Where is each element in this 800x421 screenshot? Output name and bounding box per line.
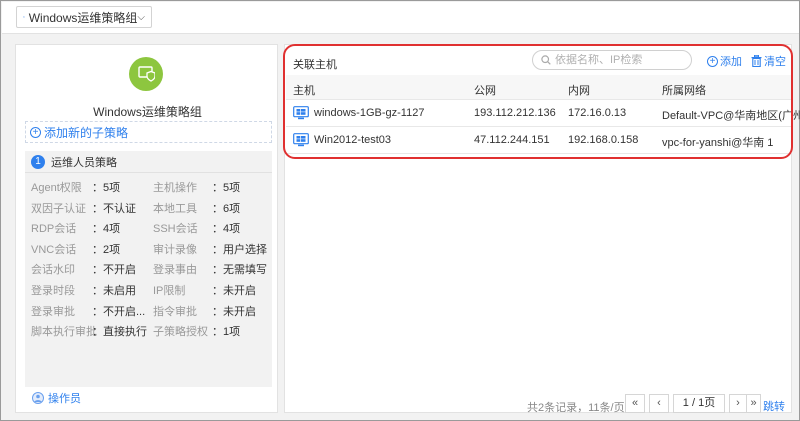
page-indicator[interactable]: 1 / 1页 — [673, 394, 725, 413]
add-sub-policy-button[interactable]: + 添加新的子策略 — [25, 121, 272, 143]
setting-value: ：6项 — [212, 202, 241, 215]
hosts-table-header: 主机 公网 内网 所属网络 — [286, 75, 792, 100]
sub-policy-title: 运维人员策略 — [51, 156, 117, 169]
pagination: 共2条记录，11条/页 « ‹ 1 / 1页 › » 跳转 — [285, 394, 793, 414]
app-window: Windows运维策略组 ⌵ Windows运维策略组 + 添加新的子策略 1 … — [0, 0, 800, 421]
sub-policy-card[interactable]: 1 运维人员策略 Agent权限 ：5项 主机操作 ：5项 双因子认证 ：不认证 本地工具：… — [25, 151, 272, 387]
sub-policy-index: 1 — [31, 154, 45, 169]
setting-label: 登录事由 — [153, 264, 197, 277]
chevron-down-icon: ⌵ — [137, 11, 145, 23]
user-group-icon — [32, 392, 44, 404]
column-header-private: 内网 — [568, 85, 590, 97]
setting-label: SSH会话 — [153, 223, 198, 236]
shield-icon — [129, 57, 163, 91]
record-count: 共2条记录，11条/页 — [527, 402, 625, 414]
group-name: Windows运维策略组 — [93, 105, 202, 119]
host-search[interactable] — [532, 50, 692, 70]
clear-hosts-label: 清空 — [764, 56, 786, 68]
setting-label: 子策略授权 — [153, 326, 208, 339]
setting-value: ：不认证 — [92, 202, 136, 215]
clear-hosts-button[interactable]: 清空 — [751, 53, 786, 69]
search-icon — [541, 55, 551, 65]
operator-label: 操作员 — [48, 393, 81, 405]
next-page-button[interactable]: › — [729, 394, 747, 413]
trash-icon — [751, 55, 762, 67]
operator-role[interactable]: 操作员 — [32, 390, 81, 406]
group-icon — [23, 16, 25, 18]
setting-value: ：4项 — [92, 223, 121, 236]
search-input[interactable] — [555, 54, 685, 66]
table-row[interactable]: windows-1GB-gz-1127 193.112.212.136 172.… — [286, 100, 800, 127]
setting-label: 指令审批 — [153, 305, 197, 318]
setting-value: ：不开启 — [92, 264, 136, 277]
public-ip: 193.112.212.136 — [474, 107, 556, 119]
network: vpc-for-yanshi@华南 1 — [662, 137, 774, 149]
add-host-button[interactable]: + 添加 — [707, 53, 742, 69]
setting-value: ：未开启 — [212, 285, 256, 297]
setting-value: ：4项 — [212, 223, 241, 236]
setting-value: ：1项 — [212, 326, 241, 339]
policy-group-select-label: Windows运维策略组 — [28, 10, 138, 25]
sub-policy-header: 1 运维人员策略 — [25, 151, 272, 173]
column-header-network: 所属网络 — [662, 85, 706, 97]
first-page-button[interactable]: « — [625, 394, 645, 413]
last-page-button[interactable]: » — [747, 394, 761, 413]
add-sub-policy-label: 添加新的子策略 — [44, 125, 129, 140]
add-host-label: 添加 — [720, 56, 742, 68]
column-header-host: 主机 — [293, 85, 315, 97]
windows-host-icon — [293, 106, 309, 120]
setting-value: ：无需填写 — [212, 264, 267, 277]
setting-label: VNC会话 — [31, 243, 77, 256]
associated-hosts-title: 关联主机 — [293, 59, 337, 71]
private-ip: 172.16.0.13 — [568, 107, 627, 119]
setting-value: ：2项 — [92, 243, 121, 256]
jump-link[interactable]: 跳转 — [763, 398, 785, 414]
prev-page-button[interactable]: ‹ — [649, 394, 669, 413]
setting-value: ：5项 — [212, 182, 241, 194]
setting-label: 登录时段 — [31, 285, 75, 297]
setting-value: ：未开启 — [212, 305, 256, 318]
host-name[interactable]: windows-1GB-gz-1127 — [314, 107, 424, 119]
setting-value: ：用户选择 — [212, 243, 267, 256]
host-name[interactable]: Win2012-test03 — [314, 134, 391, 146]
column-header-public: 公网 — [474, 85, 496, 97]
private-ip: 192.168.0.158 — [568, 134, 639, 146]
setting-label: 脚本执行审批 — [31, 326, 97, 339]
setting-label: 审计录像 — [153, 243, 197, 256]
setting-label: 本地工具 — [153, 202, 197, 215]
setting-label: 双因子认证 — [31, 202, 86, 215]
setting-label: RDP会话 — [31, 223, 77, 236]
policy-group-panel: Windows运维策略组 + 添加新的子策略 1 运维人员策略 Agent权限 ：… — [15, 44, 278, 413]
top-bar: Windows运维策略组 ⌵ — [2, 2, 799, 34]
setting-value: ：不开启... — [92, 305, 146, 318]
policy-group-select[interactable]: Windows运维策略组 ⌵ — [16, 6, 152, 28]
setting-value: ：未启用 — [92, 285, 136, 297]
setting-label: 会话水印 — [31, 264, 75, 277]
associated-hosts-panel: 关联主机 + 添加 清空 主机 公网 内网 — [284, 44, 800, 414]
setting-label: Agent权限 — [31, 182, 82, 194]
network: Default-VPC@华南地区(广州) — [662, 110, 800, 122]
setting-value: ：5项 — [92, 182, 121, 194]
setting-label: 登录审批 — [31, 305, 75, 318]
setting-label: 主机操作 — [153, 182, 197, 194]
plus-circle-icon: + — [30, 126, 41, 138]
windows-host-icon — [293, 133, 309, 147]
plus-circle-icon: + — [707, 55, 718, 67]
setting-label: IP限制 — [153, 285, 186, 297]
setting-value: ：直接执行 — [92, 326, 147, 339]
table-row[interactable]: Win2012-test03 47.112.244.151 192.168.0.… — [286, 127, 792, 154]
public-ip: 47.112.244.151 — [474, 134, 550, 146]
